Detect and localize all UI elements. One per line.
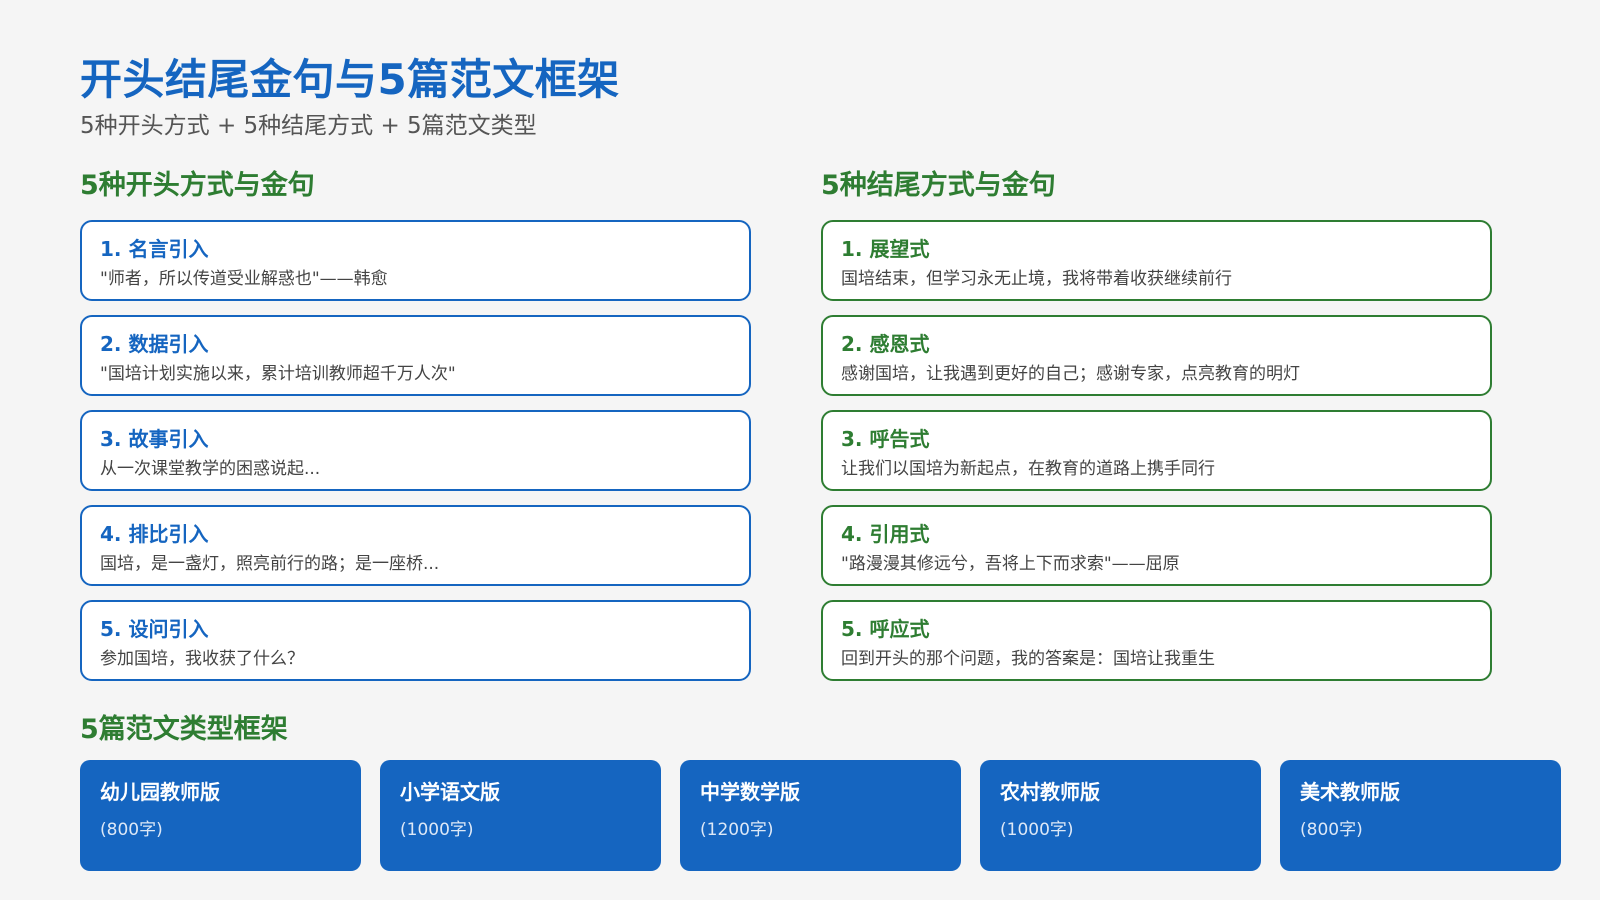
essay-type-count: (1200字) [700, 820, 774, 840]
ending-card-title: 1. 展望式 [841, 237, 930, 261]
opening-card: 4. 排比引入 国培，是一盏灯，照亮前行的路；是一座桥... [80, 505, 751, 586]
essay-type-count: (800字) [1300, 820, 1363, 840]
opening-card-desc: 参加国培，我收获了什么？ [100, 649, 304, 669]
opening-card: 2. 数据引入 "国培计划实施以来，累计培训教师超千万人次" [80, 315, 751, 396]
ending-card: 3. 呼告式 让我们以国培为新起点，在教育的道路上携手同行 [821, 410, 1492, 491]
opening-card-desc: 从一次课堂教学的困惑说起... [100, 459, 321, 479]
openings-list: 1. 名言引入 "师者，所以传道受业解惑也"——韩愈 2. 数据引入 "国培计划… [80, 220, 751, 695]
slide: 开头结尾金句与5篇范文框架 5种开头方式 + 5种结尾方式 + 5篇范文类型 5… [0, 0, 1600, 900]
ending-card: 2. 感恩式 感谢国培，让我遇到更好的自己；感谢专家，点亮教育的明灯 [821, 315, 1492, 396]
essay-types-row: 幼儿园教师版 (800字) 小学语文版 (1000字) 中学数学版 (1200字… [80, 760, 1561, 871]
openings-heading: 5种开头方式与金句 [80, 170, 315, 201]
opening-card: 1. 名言引入 "师者，所以传道受业解惑也"——韩愈 [80, 220, 751, 301]
opening-card-title: 1. 名言引入 [100, 237, 209, 261]
endings-heading: 5种结尾方式与金句 [821, 170, 1056, 201]
opening-card-title: 4. 排比引入 [100, 522, 209, 546]
essays-heading: 5篇范文类型框架 [80, 714, 288, 745]
ending-card-desc: 国培结束，但学习永无止境，我将带着收获继续前行 [841, 269, 1232, 289]
page-subtitle: 5种开头方式 + 5种结尾方式 + 5篇范文类型 [80, 113, 537, 139]
ending-card-title: 5. 呼应式 [841, 617, 930, 641]
endings-list: 1. 展望式 国培结束，但学习永无止境，我将带着收获继续前行 2. 感恩式 感谢… [821, 220, 1492, 695]
essay-type-name: 中学数学版 [700, 780, 800, 804]
essay-type-card: 幼儿园教师版 (800字) [80, 760, 361, 871]
opening-card-title: 3. 故事引入 [100, 427, 209, 451]
essay-type-name: 农村教师版 [1000, 780, 1100, 804]
essay-type-card: 美术教师版 (800字) [1280, 760, 1561, 871]
ending-card-desc: "路漫漫其修远兮，吾将上下而求索"——屈原 [841, 554, 1180, 574]
opening-card-desc: 国培，是一盏灯，照亮前行的路；是一座桥... [100, 554, 440, 574]
essay-type-name: 幼儿园教师版 [100, 780, 220, 804]
opening-card-title: 2. 数据引入 [100, 332, 209, 356]
opening-card-desc: "国培计划实施以来，累计培训教师超千万人次" [100, 364, 456, 384]
essay-type-count: (1000字) [400, 820, 474, 840]
essay-type-card: 农村教师版 (1000字) [980, 760, 1261, 871]
ending-card-desc: 感谢国培，让我遇到更好的自己；感谢专家，点亮教育的明灯 [841, 364, 1300, 384]
essay-type-name: 小学语文版 [400, 780, 500, 804]
essay-type-card: 小学语文版 (1000字) [380, 760, 661, 871]
ending-card: 1. 展望式 国培结束，但学习永无止境，我将带着收获继续前行 [821, 220, 1492, 301]
ending-card-desc: 让我们以国培为新起点，在教育的道路上携手同行 [841, 459, 1215, 479]
ending-card: 5. 呼应式 回到开头的那个问题，我的答案是：国培让我重生 [821, 600, 1492, 681]
page-title: 开头结尾金句与5篇范文框架 [80, 55, 620, 104]
ending-card-title: 3. 呼告式 [841, 427, 930, 451]
ending-card: 4. 引用式 "路漫漫其修远兮，吾将上下而求索"——屈原 [821, 505, 1492, 586]
ending-card-title: 2. 感恩式 [841, 332, 930, 356]
opening-card: 5. 设问引入 参加国培，我收获了什么？ [80, 600, 751, 681]
essay-type-count: (1000字) [1000, 820, 1074, 840]
opening-card-desc: "师者，所以传道受业解惑也"——韩愈 [100, 269, 388, 289]
essay-type-count: (800字) [100, 820, 163, 840]
ending-card-desc: 回到开头的那个问题，我的答案是：国培让我重生 [841, 649, 1215, 669]
ending-card-title: 4. 引用式 [841, 522, 930, 546]
essay-type-name: 美术教师版 [1300, 780, 1400, 804]
opening-card-title: 5. 设问引入 [100, 617, 209, 641]
opening-card: 3. 故事引入 从一次课堂教学的困惑说起... [80, 410, 751, 491]
essay-type-card: 中学数学版 (1200字) [680, 760, 961, 871]
